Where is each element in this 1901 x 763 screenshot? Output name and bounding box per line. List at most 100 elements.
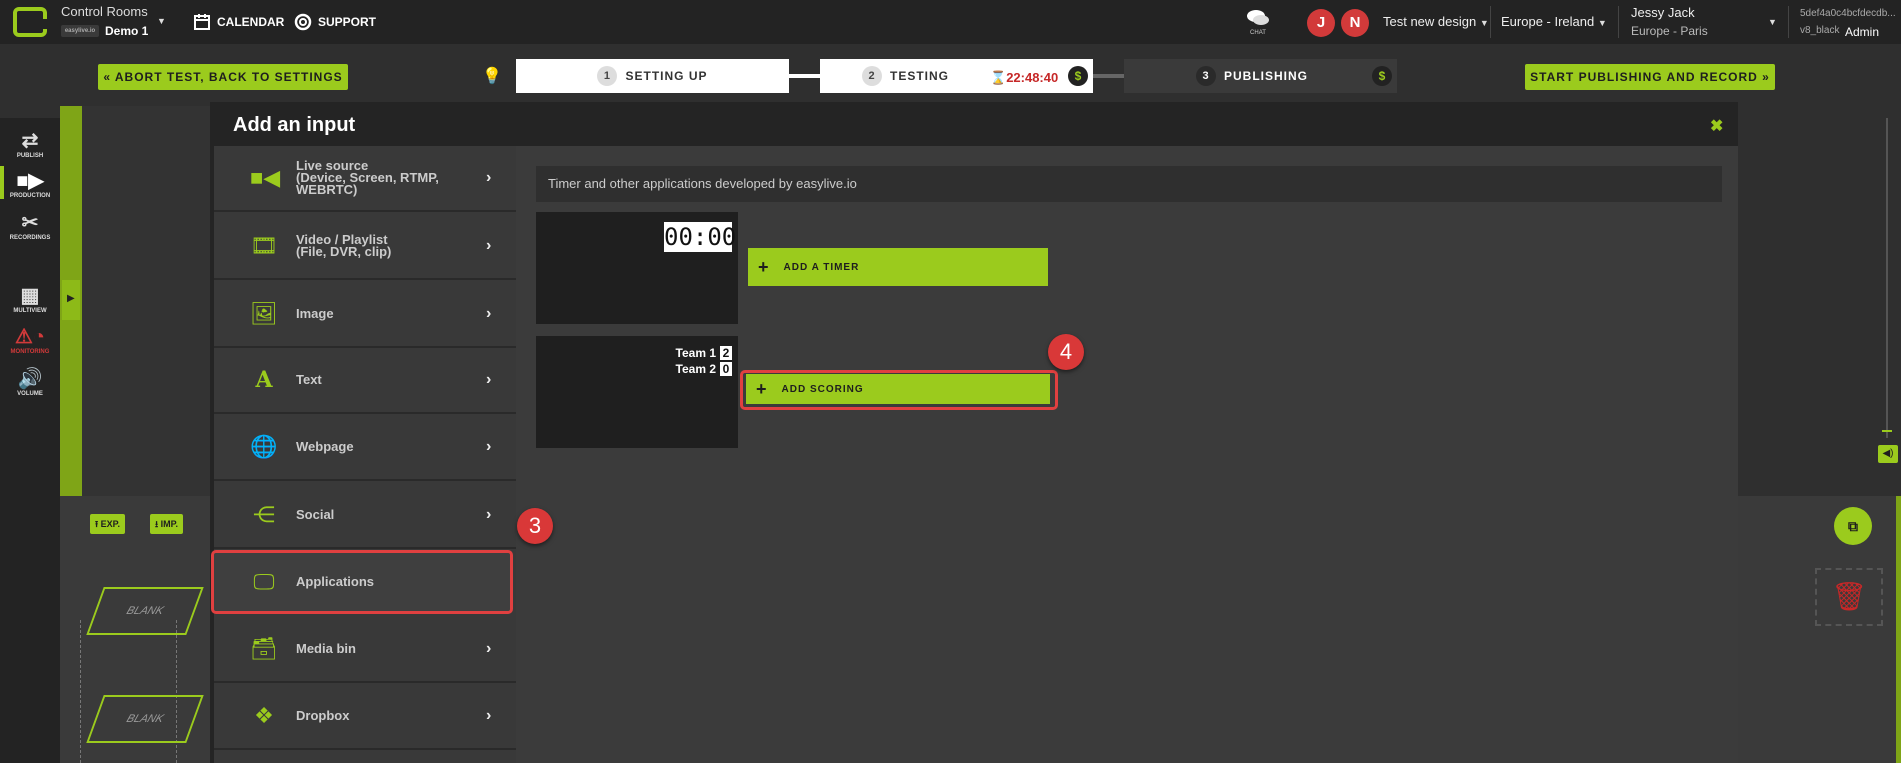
avatar-n[interactable]: N — [1341, 9, 1369, 37]
monitor-icon: 🖵 — [253, 569, 275, 594]
menu-item-dropbox[interactable]: ❖ Dropbox › — [214, 684, 516, 750]
export-button[interactable]: ⭱ EXP. — [90, 514, 126, 534]
volume-slider-knob[interactable] — [1882, 430, 1892, 432]
modal-title: Add an input — [233, 114, 356, 136]
calendar-label: CALENDAR — [217, 15, 285, 29]
user-name[interactable]: Jessy Jack — [1631, 5, 1695, 20]
close-icon[interactable]: ✖ — [1710, 116, 1723, 136]
step-publishing[interactable]: 3 PUBLISHING — [1124, 59, 1397, 93]
share-icon: ⋲ — [253, 502, 275, 527]
menu-item-text[interactable]: A Text › — [214, 348, 516, 414]
avatar-j[interactable]: J — [1307, 9, 1335, 37]
sidebar-label: VOLUME — [17, 391, 43, 397]
menu-item-label: Media bin — [296, 641, 356, 656]
detach-window-button[interactable]: ⧉ — [1834, 507, 1872, 545]
chevron-right-icon: › — [486, 169, 492, 186]
lightbulb-icon[interactable]: 💡 — [482, 66, 502, 86]
scoring-preview: Team 1 2 Team 2 0 — [536, 336, 738, 448]
chevron-down-icon[interactable]: ▼ — [1768, 17, 1777, 27]
abort-test-button[interactable]: « ABORT TEST, BACK TO SETTINGS — [98, 64, 348, 90]
film-icon: 🎞 — [250, 233, 278, 258]
app-logo[interactable] — [13, 7, 49, 37]
plus-icon: + — [758, 256, 770, 277]
menu-item-applications[interactable]: 🖵 Applications — [211, 550, 513, 614]
region-selector[interactable]: Europe - Ireland ▼ — [1501, 14, 1607, 29]
blank-label: BLANK — [124, 605, 166, 617]
menu-item-video-playlist[interactable]: 🎞 Video / Playlist (File, DVR, clip) › — [214, 214, 516, 280]
import-label: IMP. — [160, 519, 178, 529]
sidebar-item-publish[interactable]: ⇄ PUBLISH — [0, 128, 60, 159]
team-name: Team 2 — [675, 362, 716, 376]
menu-item-label: Video / Playlist (File, DVR, clip) — [296, 232, 392, 259]
applications-content: Timer and other applications developed b… — [516, 146, 1738, 763]
chat-label: CHAT — [1250, 30, 1266, 36]
team-name: Team 1 — [675, 346, 716, 360]
top-bar: Control Rooms easylive.io Demo 1 ▼ CALEN… — [0, 0, 1901, 44]
plus-icon: + — [756, 378, 768, 399]
right-panel — [1738, 496, 1901, 763]
add-timer-label: ADD A TIMER — [783, 261, 860, 273]
menu-item-social[interactable]: ⋲ Social › — [214, 483, 516, 549]
start-publishing-button[interactable]: START PUBLISHING AND RECORD » — [1525, 64, 1775, 90]
timer-preview: 00:00 — [536, 212, 738, 324]
dropbox-icon: ❖ — [254, 703, 274, 728]
control-rooms-title: Control Rooms — [61, 4, 148, 19]
menu-item-webpage[interactable]: 🌐 Webpage › — [214, 415, 516, 481]
blank-slot[interactable]: BLANK — [86, 695, 204, 743]
chat-button[interactable]: CHAT — [1243, 8, 1273, 36]
chevron-right-icon: › — [486, 640, 492, 657]
menu-item-label: Applications — [296, 574, 375, 589]
sidebar-item-multiview[interactable]: ▦ MULTIVIEW — [0, 283, 60, 314]
trash-drop-zone[interactable]: 🗑 — [1815, 568, 1883, 626]
volume-slider-track[interactable] — [1886, 118, 1888, 438]
volume-toggle-button[interactable]: ◀) — [1878, 445, 1898, 463]
video-camera-icon: ■▶ — [16, 170, 44, 192]
add-timer-button[interactable]: + ADD A TIMER — [748, 248, 1048, 286]
support-link[interactable]: SUPPORT — [294, 13, 376, 31]
workspace-selector[interactable]: easylive.io Demo 1 — [61, 24, 148, 38]
menu-item-media-bin[interactable]: 🗃 Media bin › — [214, 617, 516, 683]
sidebar-label: RECORDINGS — [9, 235, 51, 241]
sidebar-item-monitoring[interactable]: ⚠◔ MONITORING — [0, 324, 60, 355]
chevron-right-icon: › — [486, 371, 492, 388]
chevron-right-icon: › — [486, 305, 492, 322]
divider — [1618, 6, 1619, 38]
add-scoring-button[interactable]: + ADD SCORING — [746, 374, 1050, 404]
add-input-modal: Add an input ✖ ■◀ Live source (Device, S… — [210, 102, 1738, 763]
gauge-icon: ⚠◔ — [14, 326, 45, 348]
menu-item-image[interactable]: 🖼 Image › — [214, 282, 516, 348]
blank-label: BLANK — [124, 713, 166, 725]
region-label: Europe - Ireland — [1501, 14, 1595, 29]
expand-panel-handle[interactable]: ▶ — [62, 280, 80, 320]
menu-item-live-source[interactable]: ■◀ Live source (Device, Screen, RTMP, WE… — [214, 146, 516, 212]
sidebar-item-volume[interactable]: 🔊 VOLUME — [0, 366, 60, 397]
dollar-icon: $ — [1068, 66, 1088, 86]
chevron-right-icon: › — [486, 506, 492, 523]
grid-icon: ▦ — [20, 285, 40, 307]
chevron-right-icon: › — [486, 237, 492, 254]
sidebar-label: MULTIVIEW — [13, 308, 47, 314]
sidebar-label: PUBLISH — [16, 153, 44, 159]
timer-preview-value: 00:00 — [664, 222, 737, 252]
divider — [1490, 6, 1491, 38]
chat-icon — [1247, 10, 1269, 25]
step-number: 1 — [597, 66, 618, 86]
sidebar-item-recordings[interactable]: ✂ RECORDINGS — [0, 210, 60, 241]
chevron-down-icon[interactable]: ▼ — [157, 16, 166, 26]
chevron-down-icon: ▼ — [1479, 18, 1489, 28]
calendar-link[interactable]: CALENDAR — [193, 13, 284, 31]
step-setting-up[interactable]: 1 SETTING UP — [516, 59, 789, 93]
sidebar-item-production[interactable]: ■▶ PRODUCTION — [0, 168, 60, 199]
lifebuoy-icon — [294, 13, 312, 31]
start-label: START PUBLISHING AND RECORD — [1530, 70, 1758, 84]
export-label: EXP. — [100, 519, 121, 529]
menu-item-label: Image — [296, 306, 334, 321]
account-role[interactable]: Admin — [1845, 25, 1879, 39]
step-connector — [1093, 74, 1124, 78]
step-number: 3 — [1196, 66, 1216, 86]
globe-icon: 🌐 — [250, 434, 278, 459]
import-button[interactable]: ⭳ IMP. — [150, 514, 183, 534]
design-selector[interactable]: Test new design ▼ — [1383, 14, 1489, 29]
blank-slot[interactable]: BLANK — [86, 587, 204, 635]
account-theme: v8_black — [1800, 25, 1840, 36]
